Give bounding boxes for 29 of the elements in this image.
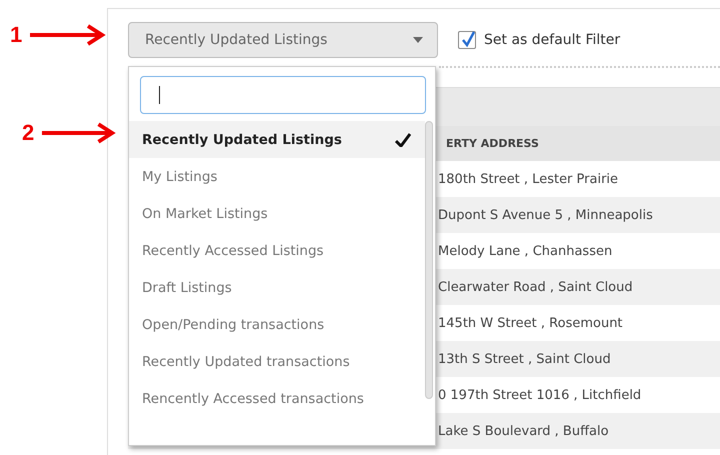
table-cell: 145th W Street , Rosemount <box>438 316 623 330</box>
checkbox[interactable] <box>458 31 476 49</box>
column-header: ERTY ADDRESS <box>446 137 539 150</box>
table-cell: 13th S Street , Saint Cloud <box>438 352 611 366</box>
table-cell: Clearwater Road , Saint Cloud <box>438 280 633 294</box>
arrow-icon <box>28 24 106 46</box>
caret-icon <box>413 37 423 43</box>
scrollbar[interactable] <box>425 121 433 399</box>
filter-dropdown[interactable]: Recently Updated Listings <box>128 22 438 58</box>
table-cell: Dupont S Avenue 5 , Minneapolis <box>438 208 653 222</box>
dropdown-option[interactable]: Recently Updated transactions <box>129 343 425 380</box>
dropdown-option[interactable]: My Listings <box>129 158 425 195</box>
text-cursor <box>159 86 160 104</box>
dropdown-option[interactable]: Recently Accessed Listings <box>129 232 425 269</box>
table-cell: 0 197th Street 1016 , Litchfield <box>438 388 642 402</box>
table-cell: Lake S Boulevard , Buffalo <box>438 424 609 438</box>
checkmark-icon <box>395 132 411 146</box>
search-field[interactable] <box>140 76 426 114</box>
dropdown-option[interactable]: Draft Listings <box>129 269 425 306</box>
table-cell: Melody Lane , Chanhassen <box>438 244 612 258</box>
checkbox-label: Set as default Filter <box>484 32 620 48</box>
annotation-number: 2 <box>22 120 34 146</box>
dropdown-option[interactable]: Recently Updated Listings <box>129 121 425 158</box>
dropdown-option[interactable]: Rencently Accessed transactions <box>129 380 425 417</box>
table-cell: 180th Street , Lester Prairie <box>438 172 618 186</box>
dropdown-option[interactable]: Open/Pending transactions <box>129 306 425 343</box>
annotation-number: 1 <box>10 22 22 48</box>
arrow-icon <box>40 122 116 144</box>
dropdown-option[interactable]: On Market Listings <box>129 195 425 232</box>
